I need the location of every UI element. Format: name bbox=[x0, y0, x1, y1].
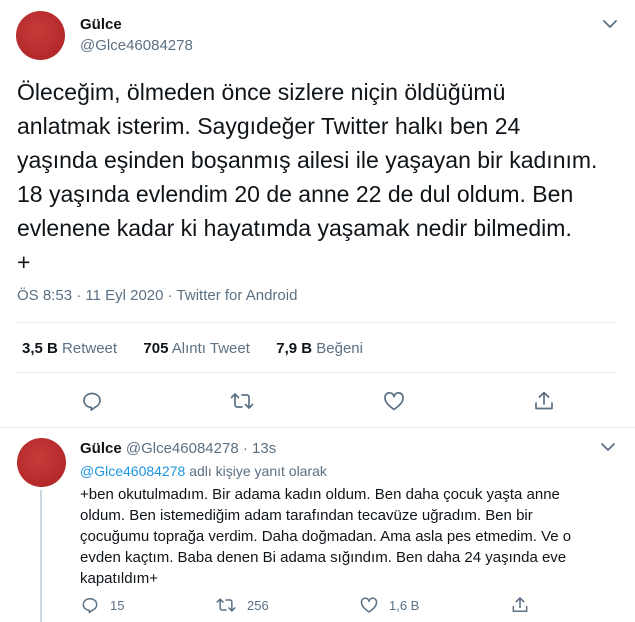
like-stat[interactable]: 7,9 B Beğeni bbox=[276, 340, 363, 357]
reply-tweet-text: +ben okutulmadım. Bir adama kadın oldum.… bbox=[80, 484, 625, 589]
reply-tweet-text-line: kapatıldım+ bbox=[80, 570, 158, 587]
like-icon bbox=[360, 597, 378, 613]
reply-tweet-text-line: +ben okutulmadım. Bir adama kadın oldum.… bbox=[80, 486, 560, 503]
reply-count: 15 bbox=[110, 597, 125, 613]
quote-count: 705 bbox=[143, 340, 169, 357]
main-retweet-button[interactable] bbox=[229, 389, 255, 413]
like-label: Beğeni bbox=[316, 340, 363, 357]
retweet-label: Retweet bbox=[62, 340, 118, 357]
reply-icon bbox=[83, 392, 101, 411]
divider bbox=[17, 372, 617, 373]
reply-tweet-author-name[interactable]: Gülce bbox=[80, 440, 122, 457]
retweet-stat[interactable]: 3,5 B Retweet bbox=[22, 340, 117, 357]
chevron-down-icon bbox=[601, 443, 615, 451]
reply-tweet-text-line: oldum. Ben istemediğim adam tarafından t… bbox=[80, 507, 533, 524]
quote-stat[interactable]: 705 Alıntı Tweet bbox=[143, 340, 249, 357]
main-tweet-avatar[interactable] bbox=[16, 11, 65, 60]
main-tweet-author-name[interactable]: Gülce bbox=[80, 16, 122, 33]
share-icon bbox=[535, 391, 553, 410]
retweet-count: 256 bbox=[247, 597, 269, 613]
main-tweet-text: Öleceğim, ölmeden önce sizlere niçin öld… bbox=[17, 75, 627, 279]
replying-to: @Glce46084278 adlı kişiye yanıt olarak bbox=[80, 463, 327, 479]
main-tweet-text-line: 18 yaşında evlendim 20 de anne 22 de dul… bbox=[17, 181, 574, 207]
reply-icon bbox=[82, 598, 98, 614]
reply-tweet-avatar[interactable] bbox=[17, 438, 66, 487]
quote-label: Alıntı Tweet bbox=[171, 340, 250, 357]
chevron-down-icon bbox=[603, 20, 617, 28]
retweet-count: 3,5 B bbox=[22, 340, 58, 357]
main-tweet-stats: 3,5 B Retweet 705 Alıntı Tweet 7,9 B Beğ… bbox=[22, 340, 363, 357]
reply-tweet-text-line: çocuğumu toprağa verdim. Daha doğmadan. … bbox=[80, 528, 572, 545]
reply-tweet-text-line: evden kaçtım. Baba denen Bi adama sığınd… bbox=[80, 549, 567, 566]
share-icon bbox=[512, 597, 528, 612]
main-tweet-timestamp[interactable]: ÖS 8:53 · 11 Eyl 2020 · Twitter for Andr… bbox=[17, 287, 297, 304]
main-share-button[interactable] bbox=[532, 389, 556, 413]
reply-reply-button[interactable]: 15 bbox=[80, 595, 124, 615]
divider bbox=[0, 427, 635, 428]
main-tweet-text-line: + bbox=[17, 249, 31, 275]
main-tweet-text-line: yaşında eşinden boşanmış ailesi ile yaşa… bbox=[17, 147, 598, 173]
reply-tweet-author-handle[interactable]: @Glce46084278 bbox=[126, 440, 239, 457]
reply-retweet-button[interactable]: 256 bbox=[215, 595, 269, 615]
reply-tweet-time[interactable]: · 13s bbox=[243, 440, 276, 457]
reply-tweet-header: Gülce @Glce46084278 · 13s bbox=[80, 440, 276, 457]
retweet-icon bbox=[230, 393, 254, 409]
reply-thread-line bbox=[40, 490, 42, 622]
replying-to-handle[interactable]: @Glce46084278 bbox=[80, 463, 185, 479]
main-tweet-more-button[interactable] bbox=[600, 14, 620, 34]
main-tweet-text-line: anlatmak isterim. Saygıdeğer Twitter hal… bbox=[17, 113, 521, 139]
main-tweet-text-line: evlenene kadar ki hayatımda yaşamak nedi… bbox=[17, 215, 572, 241]
main-tweet-text-line: Öleceğim, ölmeden önce sizlere niçin öld… bbox=[17, 79, 506, 105]
main-reply-button[interactable] bbox=[80, 389, 104, 413]
like-count: 1,6 B bbox=[389, 597, 420, 613]
retweet-icon bbox=[216, 598, 236, 612]
reply-tweet-more-button[interactable] bbox=[598, 437, 618, 457]
divider bbox=[17, 322, 617, 323]
main-tweet-author-handle[interactable]: @Glce46084278 bbox=[80, 37, 193, 54]
like-count: 7,9 B bbox=[276, 340, 313, 357]
main-like-button[interactable] bbox=[382, 389, 406, 413]
reply-share-button[interactable] bbox=[510, 595, 530, 615]
replying-to-label: adlı kişiye yanıt olarak bbox=[189, 463, 327, 479]
reply-like-button[interactable]: 1,6 B bbox=[359, 595, 419, 615]
like-icon bbox=[384, 391, 404, 411]
